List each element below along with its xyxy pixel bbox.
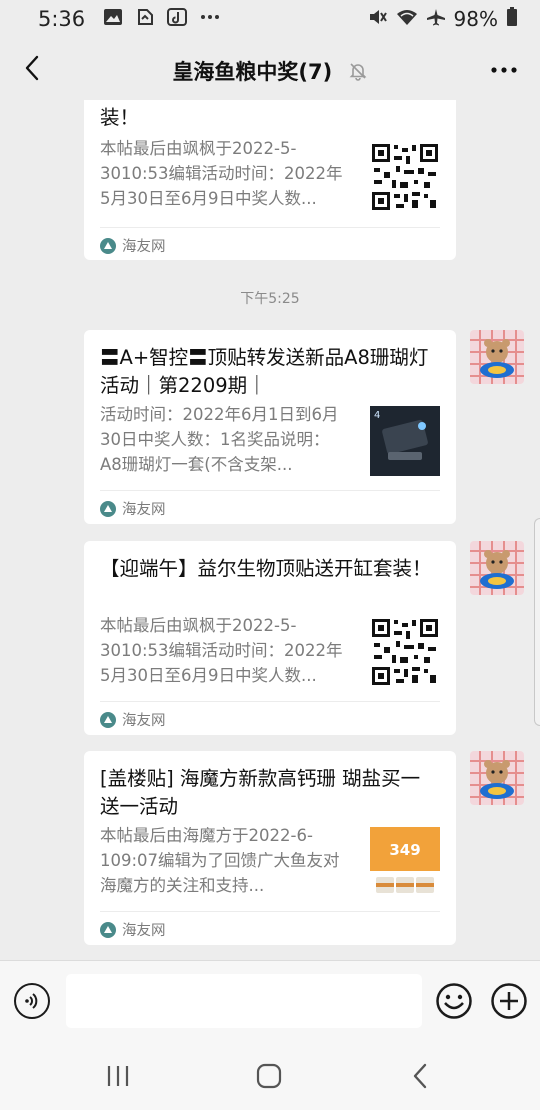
source-logo-icon	[100, 711, 116, 728]
message-card[interactable]: 〓A+智控〓顶贴转发送新品A8珊瑚灯活动｜第2209期｜ 活动时间：2022年6…	[84, 330, 456, 524]
source-name: 海友网	[122, 239, 166, 255]
image-icon	[103, 7, 123, 31]
source-logo-icon	[100, 921, 116, 938]
promo-price: 349	[389, 841, 420, 859]
chat-title: 皇海鱼粮中奖(7)	[172, 60, 333, 84]
plus-icon	[491, 983, 527, 1019]
source-name: 海友网	[122, 923, 166, 939]
chat-timestamp: 下午5:25	[240, 291, 300, 307]
message-description: 本帖最后由海魔方于2022-6-109:07编辑为了回馈广大鱼友对海魔方的关注和…	[100, 826, 340, 895]
edge-panel-handle[interactable]	[534, 518, 540, 726]
source-name: 海友网	[122, 713, 166, 729]
chat-title-wrap: 皇海鱼粮中奖(7)	[0, 56, 540, 86]
input-bar	[0, 960, 540, 1042]
source-name: 海友网	[122, 502, 166, 518]
message-description: 本帖最后由飒枫于2022-5-3010:53编辑活动时间：2022年5月30日至…	[100, 139, 343, 208]
divider	[100, 911, 440, 912]
status-right-icons: 98%	[368, 6, 518, 32]
divider	[100, 490, 440, 491]
back-icon	[413, 1063, 427, 1089]
message-card[interactable]: [盖楼贴] 海魔方新款高钙珊 瑚盐买一送一活动 本帖最后由海魔方于2022-6-…	[84, 751, 456, 945]
divider	[100, 227, 440, 228]
battery-percent: 98%	[453, 7, 498, 31]
avatar[interactable]	[470, 751, 524, 805]
emoji-button[interactable]	[435, 982, 473, 1020]
svg-text:4: 4	[374, 410, 380, 421]
promo-image: 349	[370, 827, 440, 897]
divider	[100, 701, 440, 702]
message-source: 海友网	[100, 235, 166, 256]
chat-area[interactable]: 装！ 本帖最后由飒枫于2022-5-3010:53编辑活动时间：2022年5月3…	[0, 100, 540, 960]
message-title: [盖楼贴] 海魔方新款高钙珊 瑚盐买一送一活动	[100, 767, 421, 818]
home-icon	[256, 1063, 282, 1089]
message-title: 装！	[100, 106, 140, 129]
message-card[interactable]: 【迎端午】益尔生物顶贴送开缸套装！ 本帖最后由飒枫于2022-5-3010:53…	[84, 541, 456, 735]
message-source: 海友网	[100, 919, 166, 940]
qr-code-image	[370, 142, 440, 212]
more-icon	[491, 67, 517, 73]
status-left-icons	[103, 7, 221, 31]
avatar[interactable]	[470, 330, 524, 384]
qr-code-image	[370, 617, 440, 687]
more-dots-icon	[199, 7, 221, 31]
emoji-icon	[436, 983, 472, 1019]
home-button[interactable]	[249, 1056, 289, 1096]
app-icon	[135, 7, 155, 31]
avatar[interactable]	[470, 541, 524, 595]
chat-header: 皇海鱼粮中奖(7)	[0, 38, 540, 100]
voice-button[interactable]	[14, 983, 50, 1019]
message-description: 活动时间：2022年6月1日到6月30日中奖人数：1名奖品说明：A8珊瑚灯一套(…	[100, 405, 339, 474]
tiktok-icon	[167, 7, 188, 31]
product-image: 4	[370, 406, 440, 476]
voice-icon	[25, 993, 38, 1009]
source-logo-icon	[100, 500, 116, 517]
status-time: 5:36	[38, 7, 86, 31]
system-nav-bar	[0, 1042, 540, 1110]
message-card[interactable]: 装！ 本帖最后由飒枫于2022-5-3010:53编辑活动时间：2022年5月3…	[84, 100, 456, 260]
more-button[interactable]	[490, 52, 518, 82]
message-source: 海友网	[100, 498, 166, 519]
source-logo-icon	[100, 237, 116, 254]
bell-off-icon	[348, 61, 368, 86]
message-description: 本帖最后由飒枫于2022-5-3010:53编辑活动时间：2022年5月30日至…	[100, 616, 343, 685]
airplane-icon	[426, 7, 446, 31]
wifi-icon	[396, 7, 418, 31]
battery-icon	[506, 6, 518, 32]
recents-icon	[107, 1066, 129, 1086]
message-title: 〓A+智控〓顶贴转发送新品A8珊瑚灯活动｜第2209期｜	[100, 346, 429, 397]
message-title: 【迎端午】益尔生物顶贴送开缸套装！	[100, 557, 432, 580]
message-source: 海友网	[100, 709, 166, 730]
message-input[interactable]	[66, 974, 422, 1028]
plus-button[interactable]	[490, 982, 528, 1020]
mute-icon	[368, 7, 388, 31]
recents-button[interactable]	[98, 1056, 138, 1096]
nav-back-button[interactable]	[400, 1056, 440, 1096]
status-bar: 5:36 98%	[0, 0, 540, 38]
